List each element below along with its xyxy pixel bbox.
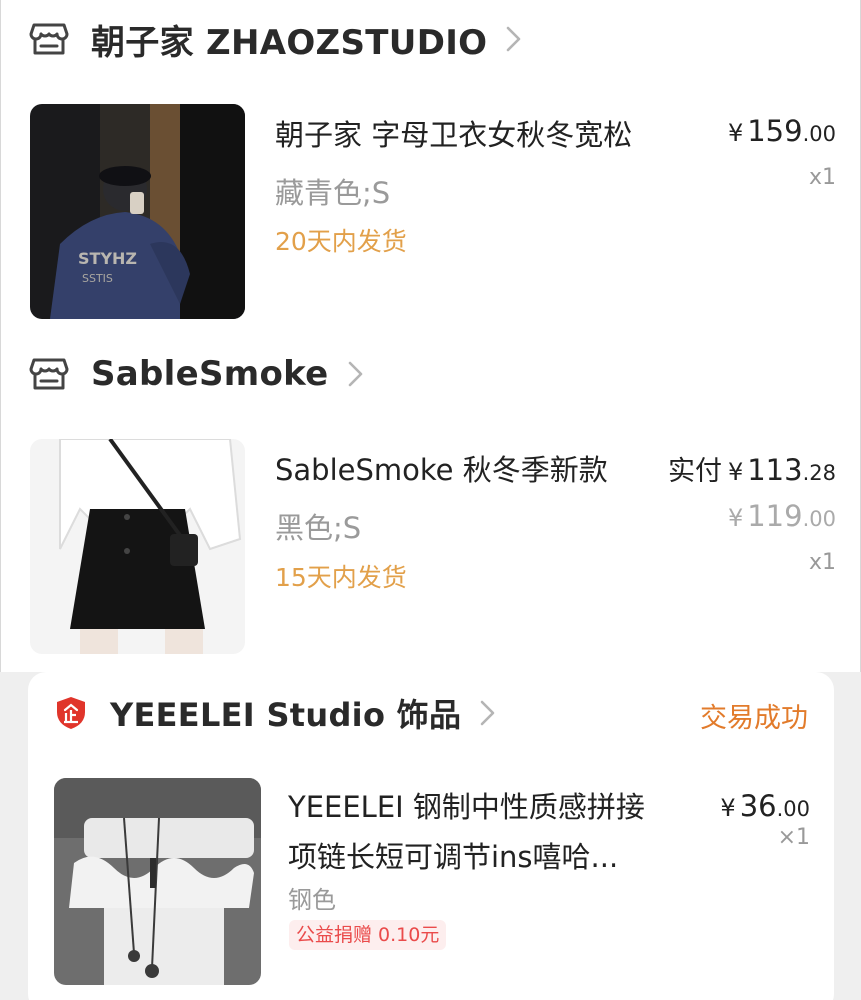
product-title-line1: YEEELEI 钢制中性质感拼接 xyxy=(288,790,645,824)
product-thumbnail-hoodie[interactable]: STYHZ SSTIS xyxy=(30,104,245,319)
store-icon xyxy=(29,358,69,390)
shipping-note: 20天内发货 xyxy=(275,227,407,256)
product-sku: 黑色;S xyxy=(275,511,362,545)
shield-enterprise-icon xyxy=(57,697,85,729)
order-panel: 朝子家 ZHAOZSTUDIO STYHZ SSTIS 朝子家 字母卫衣女秋冬宽… xyxy=(0,0,861,672)
product-quantity: x1 xyxy=(808,550,836,575)
product-quantity: ×1 xyxy=(777,825,810,850)
shop-name: SableSmoke xyxy=(91,354,329,394)
order-status: 交易成功 xyxy=(700,703,808,734)
product-price: ¥159.00 xyxy=(727,114,836,148)
product-sku: 钢色 xyxy=(288,886,336,914)
product-title: SableSmoke 秋冬季新款 xyxy=(275,453,608,487)
order-card-yeeelei[interactable]: YEEELEI Studio 饰品 交易成功 YEEELEI 钢制中性质感拼接 … xyxy=(28,672,834,1000)
store-icon xyxy=(29,23,69,55)
product-thumbnail-skirt[interactable] xyxy=(30,439,245,654)
chevron-right-icon xyxy=(480,700,495,726)
product-title: 朝子家 字母卫衣女秋冬宽松 xyxy=(275,118,633,152)
svg-text:STYHZ: STYHZ xyxy=(78,249,137,268)
chevron-right-icon xyxy=(507,26,521,52)
paid-price: 实付 ¥113.28 xyxy=(667,453,836,487)
chevron-right-icon xyxy=(348,361,362,387)
product-price: ¥36.00 xyxy=(720,789,810,823)
charity-badge: 公益捐赠 0.10元 xyxy=(289,920,447,950)
original-price: ¥119.00 xyxy=(727,499,836,533)
shipping-note: 15天内发货 xyxy=(275,563,407,592)
svg-text:SSTIS: SSTIS xyxy=(82,272,113,285)
product-sku: 藏青色;S xyxy=(275,176,391,210)
shop-header-sablesmoke[interactable]: SableSmoke xyxy=(29,349,365,399)
product-thumbnail-necklace[interactable] xyxy=(54,778,261,985)
shop-name: YEEELEI Studio 饰品 xyxy=(110,696,462,734)
shop-header-yeeelei[interactable]: YEEELEI Studio 饰品 xyxy=(54,688,497,738)
shop-header-zhaozi[interactable]: 朝子家 ZHAOZSTUDIO xyxy=(29,14,523,64)
product-quantity: x1 xyxy=(808,165,836,190)
shop-name: 朝子家 ZHAOZSTUDIO xyxy=(91,22,488,63)
product-title-line2: 项链长短可调节ins嘻哈... xyxy=(288,840,619,874)
